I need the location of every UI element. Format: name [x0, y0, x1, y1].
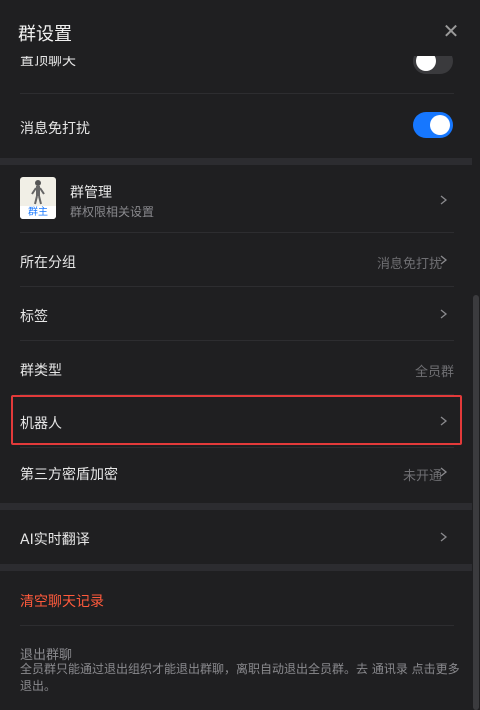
person-figure-icon	[31, 180, 45, 205]
group-folder-label: 所在分组	[20, 255, 76, 271]
chevron-right-icon	[440, 416, 448, 426]
bots-label: 机器人	[20, 416, 62, 432]
header: 群设置 ✕	[0, 0, 480, 56]
group-type-value: 全员群	[414, 365, 454, 380]
group-type-label: 群类型	[20, 363, 62, 379]
clear-history-label[interactable]: 清空聊天记录	[20, 591, 104, 611]
pin-chat-label: 置顶聊天	[20, 56, 76, 69]
clear-history-row[interactable]: 清空聊天记录	[0, 571, 472, 625]
encryption-row[interactable]: 第三方密盾加密 未开通	[0, 448, 472, 501]
section-separator	[0, 564, 472, 571]
chevron-right-icon	[440, 255, 448, 265]
group-folder-row[interactable]: 所在分组 消息免打扰	[0, 233, 472, 286]
chevron-right-icon	[440, 532, 448, 542]
bots-row[interactable]: 机器人	[0, 395, 472, 448]
pin-chat-row[interactable]: 置顶聊天	[0, 56, 472, 80]
leave-group-description: 全员群只能通过退出组织才能退出群聊，离职自动退出全员群。去 通讯录 点击更多退出…	[20, 662, 460, 693]
dnd-row[interactable]: 消息免打扰	[0, 94, 472, 158]
chevron-right-icon	[440, 467, 448, 477]
tags-label: 标签	[20, 309, 48, 325]
ai-translate-row[interactable]: AI实时翻译	[0, 510, 472, 564]
encryption-value: 未开通	[402, 469, 442, 484]
pin-chat-toggle[interactable]	[413, 56, 453, 74]
group-manage-row[interactable]: 群主 群管理 群权限相关设置	[0, 165, 472, 232]
dnd-label: 消息免打扰	[20, 121, 90, 137]
group-manage-subtitle: 群权限相关设置	[70, 205, 155, 219]
group-type-row: 群类型 全员群	[0, 341, 472, 394]
chevron-right-icon	[440, 195, 448, 205]
owner-badge: 群主	[20, 206, 56, 219]
group-folder-value: 消息免打扰	[376, 257, 442, 272]
chevron-right-icon	[440, 309, 448, 319]
group-avatar: 群主	[20, 177, 56, 219]
ai-translate-label: AI实时翻译	[20, 532, 90, 548]
close-icon[interactable]: ✕	[440, 20, 462, 42]
dnd-toggle[interactable]	[413, 112, 453, 138]
group-manage-title: 群管理	[70, 185, 112, 201]
scrollbar-thumb[interactable]	[473, 295, 479, 710]
section-separator	[0, 158, 472, 165]
section-separator	[0, 503, 472, 510]
tags-row[interactable]: 标签	[0, 287, 472, 340]
page-title: 群设置	[18, 24, 72, 45]
encryption-label: 第三方密盾加密	[20, 467, 118, 483]
settings-list[interactable]: 置顶聊天 消息免打扰 群主 群管理 群权限相关设置 所在分组 消息免打扰 标签 …	[0, 56, 480, 710]
